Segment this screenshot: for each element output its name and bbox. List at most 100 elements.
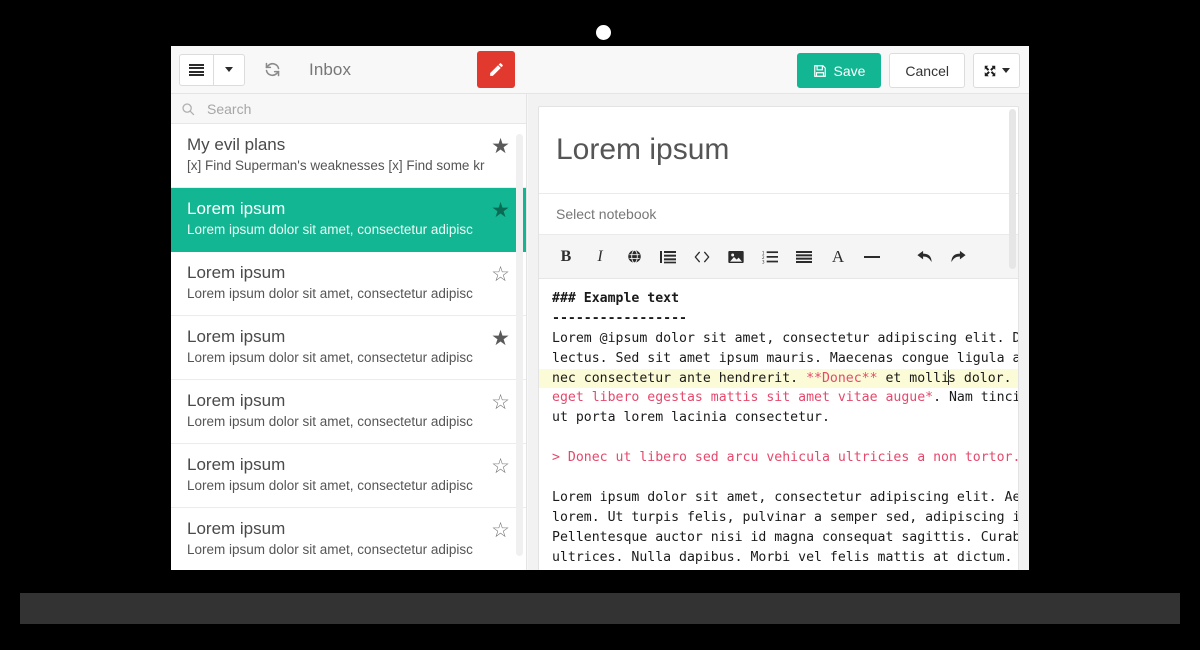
cancel-button[interactable]: Cancel [889, 53, 965, 88]
markdown-line: lectus. Sed sit amet ipsum mauris. Maece… [539, 349, 1018, 369]
markdown-plain-text: lectus. Sed sit amet ipsum mauris. Maece… [552, 351, 1018, 366]
editor-card: Select notebook B I [538, 106, 1019, 570]
note-list-item[interactable]: Lorem ipsumLorem ipsum dolor sit amet, c… [171, 252, 526, 316]
note-item-title: Lorem ipsum [187, 326, 512, 348]
markdown-line: ### Example text [539, 289, 1018, 309]
note-list-item[interactable]: Lorem ipsumLorem ipsum dolor sit amet, c… [171, 380, 526, 444]
font-button[interactable]: A [821, 240, 855, 274]
bold-button[interactable]: B [549, 240, 583, 274]
menu-button-group [179, 54, 245, 86]
markdown-plain-text: s dolor. [948, 371, 1018, 386]
markdown-plain-text: et molli [878, 371, 949, 386]
markdown-line: Lorem @ipsum dolor sit amet, consectetur… [539, 329, 1018, 349]
search-icon [181, 102, 195, 116]
note-item-title: Lorem ipsum [187, 518, 512, 540]
image-button[interactable] [719, 240, 753, 274]
refresh-icon [264, 61, 281, 78]
search-bar [171, 94, 526, 124]
save-button-label: Save [833, 63, 865, 79]
editor-scrollbar[interactable] [1009, 109, 1016, 269]
device-frame: Inbox Save Cancel [0, 0, 1200, 650]
code-button[interactable] [685, 240, 719, 274]
markdown-accent-text: eget libero egestas mattis sit amet vita… [552, 390, 933, 405]
markdown-line: lorem. Ut turpis felis, pulvinar a sempe… [539, 508, 1018, 528]
star-outline-icon[interactable]: ☆ [491, 520, 510, 541]
markdown-line [539, 468, 1018, 488]
markdown-line: > Donec ut libero sed arcu vehicula ultr… [539, 448, 1018, 468]
unordered-list-icon [796, 250, 812, 264]
markdown-line: Pellentesque auctor nisi id magna conseq… [539, 528, 1018, 548]
note-list-item[interactable]: Lorem ipsumLorem ipsum dolor sit amet, c… [171, 444, 526, 508]
star-outline-icon[interactable]: ☆ [491, 456, 510, 477]
link-button[interactable] [617, 240, 651, 274]
markdown-plain-text: Lorem @ipsum dolor sit amet, consectetur… [552, 331, 1018, 346]
note-item-title: Lorem ipsum [187, 390, 512, 412]
notebook-selector[interactable]: Select notebook [539, 193, 1018, 235]
note-item-snippet: Lorem ipsum dolor sit amet, consectetur … [187, 476, 487, 496]
note-list-item[interactable]: My evil plans[x] Find Superman's weaknes… [171, 124, 526, 188]
menu-dropdown-button[interactable] [213, 54, 245, 86]
note-list-item[interactable]: Lorem ipsumLorem ipsum dolor sit amet, c… [171, 508, 526, 570]
markdown-bold-text: ----------------- [552, 311, 687, 326]
markdown-line: ultrices. Nulla dapibus. Morbi vel felis… [539, 548, 1018, 568]
toolbar-actions: Save Cancel [797, 53, 1020, 88]
note-list-item[interactable]: Lorem ipsumLorem ipsum dolor sit amet, c… [171, 188, 526, 252]
ordered-list-button[interactable]: 1 2 3 [753, 240, 787, 274]
note-list-item[interactable]: Lorem ipsumLorem ipsum dolor sit amet, c… [171, 316, 526, 380]
note-list: My evil plans[x] Find Superman's weaknes… [171, 124, 526, 570]
markdown-editor-content[interactable]: ### Example text ----------------- Lorem @… [539, 279, 1018, 567]
italic-icon: I [597, 248, 602, 266]
fullscreen-button[interactable] [973, 53, 1020, 88]
note-list-pane: My evil plans[x] Find Superman's weaknes… [171, 94, 527, 570]
app-screen: Inbox Save Cancel [171, 46, 1029, 570]
markdown-line: ut porta lorem lacinia consectetur. [539, 408, 1018, 428]
undo-button[interactable] [907, 240, 941, 274]
markdown-plain-text: lorem. Ut turpis felis, pulvinar a sempe… [552, 510, 1018, 525]
note-list-scrollbar[interactable] [516, 134, 523, 556]
italic-button[interactable]: I [583, 240, 617, 274]
caret-down-icon [1002, 68, 1010, 73]
blockquote-button[interactable] [651, 240, 685, 274]
save-button[interactable]: Save [797, 53, 881, 88]
horizontal-rule-button[interactable] [855, 240, 889, 274]
caret-down-icon [225, 67, 233, 72]
note-item-snippet: Lorem ipsum dolor sit amet, consectetur … [187, 540, 487, 560]
markdown-plain-text [552, 470, 560, 485]
note-title-input[interactable] [539, 107, 1018, 193]
redo-icon [950, 249, 967, 264]
compose-button[interactable] [477, 51, 515, 88]
star-outline-icon[interactable]: ☆ [491, 392, 510, 413]
redo-button[interactable] [941, 240, 975, 274]
page-title: Inbox [309, 60, 351, 80]
markdown-plain-text: ultrices. Nulla dapibus. Morbi vel felis… [552, 550, 1013, 565]
bold-icon: B [561, 248, 572, 266]
floppy-disk-icon [813, 64, 827, 78]
markdown-accent-text: **Donec** [806, 371, 877, 386]
star-filled-icon[interactable]: ★ [491, 328, 510, 349]
markdown-line: eget libero egestas mattis sit amet vita… [539, 388, 1018, 408]
ordered-list-icon: 1 2 3 [762, 250, 778, 264]
markdown-line: ----------------- [539, 309, 1018, 329]
refresh-button[interactable] [255, 53, 289, 87]
link-globe-icon [627, 249, 642, 264]
hamburger-icon [189, 64, 204, 76]
menu-button[interactable] [179, 54, 213, 86]
markdown-line: Lorem ipsum dolor sit amet, consectetur … [539, 488, 1018, 508]
editor-pane: Select notebook B I [528, 94, 1029, 570]
star-filled-icon[interactable]: ★ [491, 136, 510, 157]
note-item-snippet: [x] Find Superman's weaknesses [x] Find … [187, 156, 487, 176]
markdown-accent-text: > Donec ut libero sed arcu vehicula ultr… [552, 450, 1018, 465]
markdown-bold-text: ### Example text [552, 291, 679, 306]
image-icon [728, 250, 744, 264]
svg-text:3: 3 [762, 259, 765, 263]
blockquote-icon [660, 250, 676, 264]
undo-icon [916, 249, 933, 264]
note-item-snippet: Lorem ipsum dolor sit amet, consectetur … [187, 348, 487, 368]
star-filled-icon[interactable]: ★ [491, 200, 510, 221]
note-item-snippet: Lorem ipsum dolor sit amet, consectetur … [187, 284, 487, 304]
search-input[interactable] [207, 101, 487, 117]
note-item-title: My evil plans [187, 134, 512, 156]
star-outline-icon[interactable]: ☆ [491, 264, 510, 285]
font-size-icon: A [832, 247, 844, 267]
unordered-list-button[interactable] [787, 240, 821, 274]
